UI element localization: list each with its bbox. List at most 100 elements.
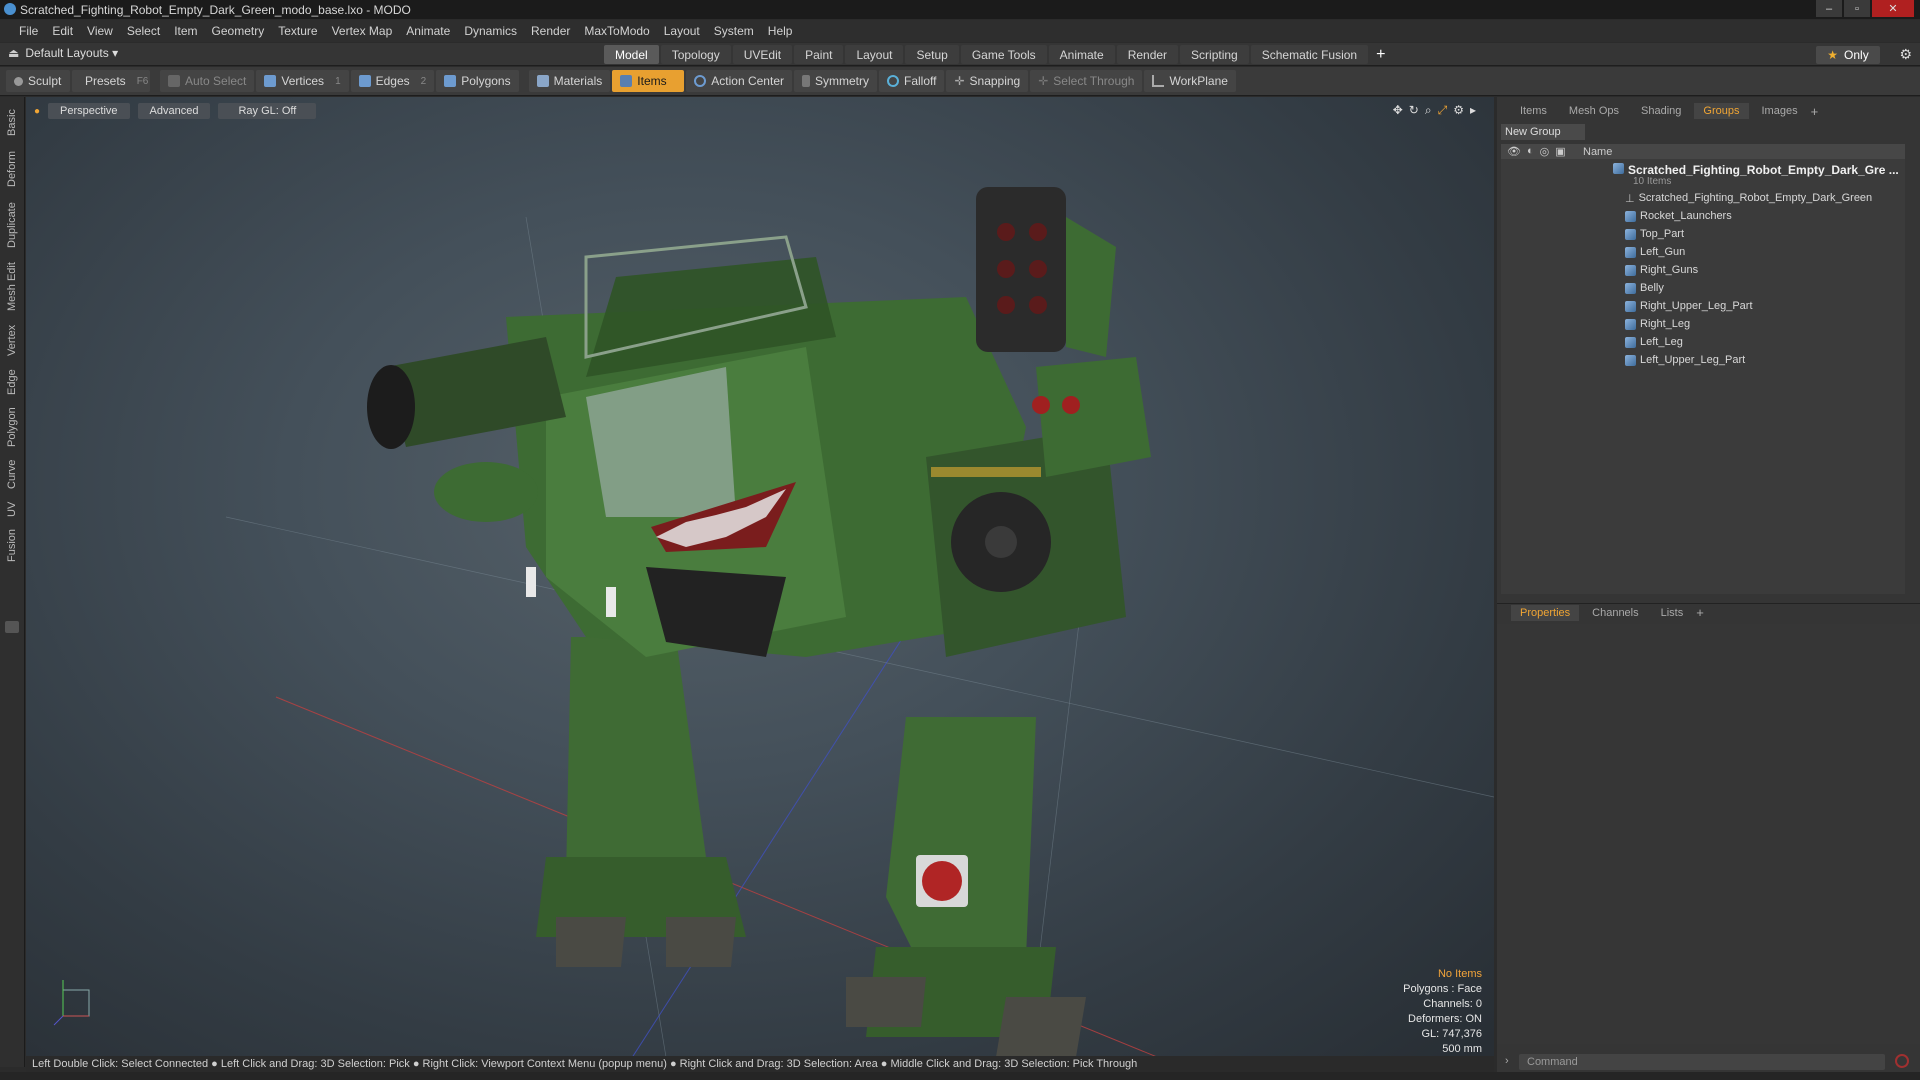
add-panel-tab-button[interactable]: + bbox=[1811, 104, 1819, 119]
list-item[interactable]: ⊥ Scratched_Fighting_Robot_Empty_Dark_Gr… bbox=[1501, 189, 1905, 207]
tab-layout[interactable]: Layout bbox=[845, 45, 904, 64]
render-column-icon[interactable]: ◐ bbox=[1527, 145, 1534, 158]
menu-item[interactable]: Item bbox=[167, 24, 204, 38]
layout-selector[interactable]: ⏏ Default Layouts ▾ bbox=[8, 46, 118, 60]
list-item[interactable]: Left_Leg bbox=[1501, 333, 1905, 351]
tab-channels[interactable]: Channels bbox=[1583, 605, 1647, 621]
command-input[interactable]: Command bbox=[1519, 1054, 1885, 1070]
presets-button[interactable]: Presets F6 bbox=[72, 70, 150, 92]
menu-system[interactable]: System bbox=[707, 24, 761, 38]
tab-scripting[interactable]: Scripting bbox=[1180, 45, 1249, 64]
tab-model[interactable]: Model bbox=[604, 45, 659, 64]
vtab-curve[interactable]: Curve bbox=[3, 455, 21, 493]
3d-viewport[interactable]: ● Perspective Advanced Ray GL: Off ✥ ↻ ⌕… bbox=[26, 97, 1494, 1067]
tab-images[interactable]: Images bbox=[1753, 103, 1807, 119]
sculpt-button[interactable]: Sculpt bbox=[6, 70, 70, 92]
shading-mode-button[interactable]: Advanced bbox=[137, 103, 211, 119]
list-item[interactable]: Belly bbox=[1501, 279, 1905, 297]
viewport-expand-icon[interactable]: ▸ bbox=[1470, 103, 1476, 118]
vtab-uv[interactable]: UV bbox=[3, 497, 21, 521]
polygons-button[interactable]: Polygons bbox=[436, 70, 519, 92]
tab-mesh-ops[interactable]: Mesh Ops bbox=[1560, 103, 1628, 119]
tab-render[interactable]: Render bbox=[1116, 45, 1179, 64]
tab-items[interactable]: Items bbox=[1511, 103, 1556, 119]
menu-layout[interactable]: Layout bbox=[657, 24, 707, 38]
list-item[interactable]: Left_Gun bbox=[1501, 243, 1905, 261]
menu-animate[interactable]: Animate bbox=[399, 24, 457, 38]
symmetry-button[interactable]: Symmetry bbox=[793, 70, 877, 92]
left-panel-toggle[interactable] bbox=[5, 621, 19, 633]
vtab-basic[interactable]: Basic bbox=[3, 105, 21, 141]
command-history-icon[interactable] bbox=[1895, 1054, 1909, 1068]
tab-groups[interactable]: Groups bbox=[1694, 103, 1749, 119]
vtab-polygon[interactable]: Polygon bbox=[3, 403, 21, 451]
menu-file[interactable]: File bbox=[12, 24, 45, 38]
vtab-duplicate[interactable]: Duplicate bbox=[3, 197, 21, 253]
tab-animate[interactable]: Animate bbox=[1048, 45, 1115, 64]
list-item[interactable]: Rocket_Launchers bbox=[1501, 207, 1905, 225]
list-item[interactable]: Left_Upper_Leg_Part bbox=[1501, 351, 1905, 369]
mesh-icon bbox=[1625, 318, 1636, 330]
fit-icon[interactable]: ⤢ bbox=[1438, 103, 1448, 118]
menu-select[interactable]: Select bbox=[120, 24, 167, 38]
presets-label: Presets bbox=[85, 74, 126, 88]
new-group-button[interactable]: New Group bbox=[1501, 124, 1585, 140]
list-item[interactable]: Right_Upper_Leg_Part bbox=[1501, 297, 1905, 315]
viewport-settings-icon[interactable]: ⚙ bbox=[1453, 103, 1464, 118]
tab-setup[interactable]: Setup bbox=[905, 45, 959, 64]
menu-help[interactable]: Help bbox=[761, 24, 800, 38]
menu-render[interactable]: Render bbox=[524, 24, 577, 38]
materials-button[interactable]: Materials bbox=[528, 70, 611, 92]
rotate-icon[interactable]: ↻ bbox=[1409, 103, 1419, 118]
falloff-button[interactable]: Falloff bbox=[878, 70, 945, 92]
menu-maxtomodo[interactable]: MaxToModo bbox=[577, 24, 656, 38]
menu-texture[interactable]: Texture bbox=[271, 24, 324, 38]
visibility-column-icon[interactable]: 👁 bbox=[1507, 145, 1521, 158]
menu-view[interactable]: View bbox=[80, 24, 120, 38]
menu-edit[interactable]: Edit bbox=[45, 24, 80, 38]
zoom-icon[interactable]: ⌕ bbox=[1425, 103, 1432, 118]
action-center-button[interactable]: Action Center bbox=[686, 70, 792, 92]
select-column-icon[interactable]: ▣ bbox=[1555, 145, 1565, 158]
group-root-row[interactable]: Scratched_Fighting_Robot_Empty_Dark_Gre … bbox=[1501, 159, 1905, 189]
tab-game-tools[interactable]: Game Tools bbox=[960, 45, 1047, 64]
vtab-deform[interactable]: Deform bbox=[3, 147, 21, 191]
lock-column-icon[interactable]: ◎ bbox=[1540, 145, 1550, 158]
menu-dynamics[interactable]: Dynamics bbox=[457, 24, 524, 38]
snapping-button[interactable]: ✛ Snapping bbox=[946, 70, 1029, 92]
list-item[interactable]: Right_Guns bbox=[1501, 261, 1905, 279]
vtab-edge[interactable]: Edge bbox=[3, 365, 21, 399]
items-button[interactable]: Items bbox=[612, 70, 685, 92]
only-button[interactable]: ★ Only bbox=[1816, 46, 1880, 64]
minimize-button[interactable]: – bbox=[1816, 0, 1842, 17]
tab-shading[interactable]: Shading bbox=[1632, 103, 1690, 119]
add-tab-button[interactable]: + bbox=[1370, 45, 1391, 64]
tab-lists[interactable]: Lists bbox=[1652, 605, 1693, 621]
list-item[interactable]: Right_Leg bbox=[1501, 315, 1905, 333]
workplane-button[interactable]: WorkPlane bbox=[1144, 70, 1236, 92]
vtab-vertex[interactable]: Vertex bbox=[3, 319, 21, 361]
tab-paint[interactable]: Paint bbox=[794, 45, 844, 64]
vtab-mesh-edit[interactable]: Mesh Edit bbox=[3, 259, 21, 315]
raygl-button[interactable]: Ray GL: Off bbox=[218, 103, 317, 119]
edges-button[interactable]: Edges 2 bbox=[350, 70, 435, 92]
tab-properties[interactable]: Properties bbox=[1511, 604, 1580, 621]
select-through-button[interactable]: ✛ Select Through bbox=[1030, 70, 1143, 92]
gear-icon[interactable]: ⚙ bbox=[1899, 46, 1912, 63]
maximize-button[interactable]: ▫ bbox=[1844, 0, 1870, 17]
vertices-button[interactable]: Vertices 1 bbox=[256, 70, 349, 92]
list-item[interactable]: Top_Part bbox=[1501, 225, 1905, 243]
pan-icon[interactable]: ✥ bbox=[1393, 103, 1403, 118]
vtab-fusion[interactable]: Fusion bbox=[3, 525, 21, 565]
tab-uvedit[interactable]: UVEdit bbox=[732, 45, 793, 64]
auto-select-button[interactable]: Auto Select bbox=[160, 70, 255, 92]
menu-vertex-map[interactable]: Vertex Map bbox=[325, 24, 400, 38]
properties-area bbox=[1497, 624, 1920, 1044]
tab-schematic-fusion[interactable]: Schematic Fusion bbox=[1250, 45, 1369, 64]
menu-geometry[interactable]: Geometry bbox=[205, 24, 272, 38]
tab-topology[interactable]: Topology bbox=[660, 45, 731, 64]
view-mode-button[interactable]: Perspective bbox=[48, 103, 130, 119]
viewport-menu-icon[interactable]: ● bbox=[34, 106, 40, 117]
close-button[interactable]: ✕ bbox=[1872, 0, 1914, 17]
add-prop-tab-button[interactable]: + bbox=[1696, 605, 1704, 620]
